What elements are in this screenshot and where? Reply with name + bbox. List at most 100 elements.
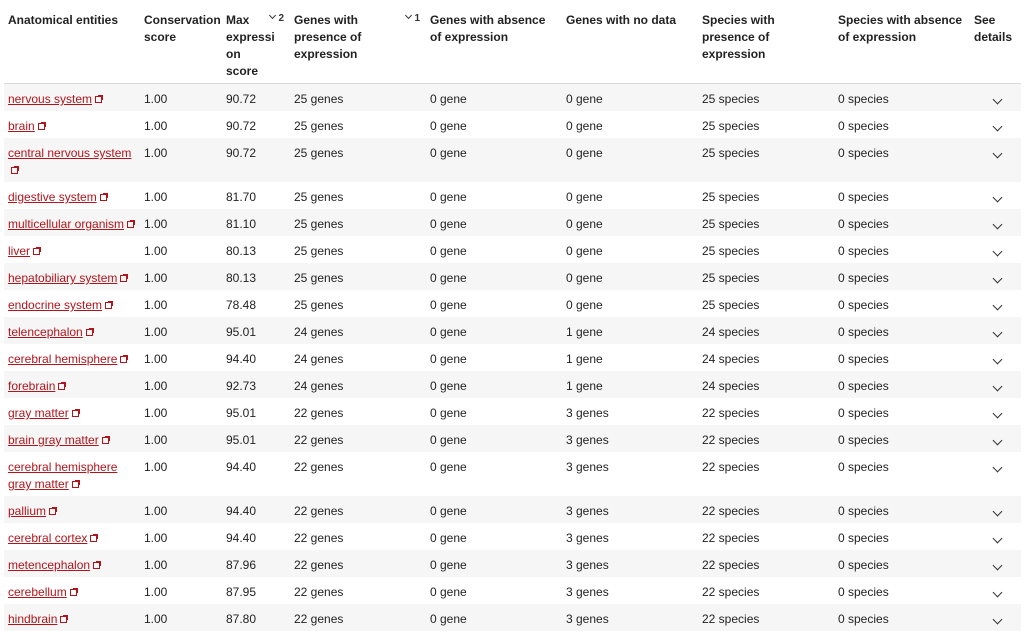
col-header-genes-nodata[interactable]: Genes with no data (562, 0, 698, 84)
chevron-down-icon[interactable] (992, 301, 1002, 311)
external-link-icon[interactable] (90, 535, 97, 542)
col-header-max-expression-label: Max expressi on score (226, 12, 274, 80)
cell-details (970, 604, 1021, 631)
entity-link[interactable]: cerebral cortex (8, 531, 87, 545)
entity-link[interactable]: endocrine system (8, 298, 102, 312)
cell-details (970, 452, 1021, 496)
entity-link[interactable]: hepatobiliary system (8, 271, 117, 285)
external-link-icon[interactable] (95, 96, 102, 103)
chevron-down-icon[interactable] (992, 615, 1002, 625)
external-link-icon[interactable] (102, 437, 109, 444)
cell-max: 92.73 (222, 371, 290, 398)
table-row: hindbrain1.0087.8022 genes0 gene3 genes2… (4, 604, 1021, 631)
entity-link[interactable]: cerebral hemisphere gray matter (8, 460, 117, 491)
col-header-genes-presence[interactable]: Genes with presence of expression1 (290, 0, 426, 84)
entity-link[interactable]: forebrain (8, 379, 55, 393)
col-header-details[interactable]: See details (970, 0, 1021, 84)
cell-spa: 0 species (834, 344, 970, 371)
table-row: metencephalon1.0087.9622 genes0 gene3 ge… (4, 550, 1021, 577)
chevron-down-icon[interactable] (992, 409, 1002, 419)
cell-nod: 1 gene (562, 344, 698, 371)
col-header-species-absence[interactable]: Species with absence of expression (834, 0, 970, 84)
cell-spa: 0 species (834, 209, 970, 236)
chevron-down-icon[interactable] (992, 149, 1002, 159)
cell-max: 94.40 (222, 523, 290, 550)
cell-score: 1.00 (140, 398, 222, 425)
cell-abs: 0 gene (426, 182, 562, 209)
cell-details (970, 523, 1021, 550)
entity-link[interactable]: telencephalon (8, 325, 83, 339)
chevron-down-icon[interactable] (992, 247, 1002, 257)
external-link-icon[interactable] (86, 329, 93, 336)
chevron-down-icon[interactable] (992, 463, 1002, 473)
col-header-conservation[interactable]: Conservation score (140, 0, 222, 84)
external-link-icon[interactable] (33, 248, 40, 255)
entity-link[interactable]: pallium (8, 504, 46, 518)
cell-abs: 0 gene (426, 138, 562, 182)
sort-indicator-max-expression: 2 (270, 10, 284, 27)
cell-score: 1.00 (140, 209, 222, 236)
external-link-icon[interactable] (93, 562, 100, 569)
chevron-down-icon[interactable] (992, 534, 1002, 544)
sort-indicator-genes-presence: 1 (406, 10, 420, 27)
entity-link[interactable]: hindbrain (8, 612, 57, 626)
cell-score: 1.00 (140, 344, 222, 371)
table-row: cerebral hemisphere1.0094.4024 genes0 ge… (4, 344, 1021, 371)
col-header-genes-absence[interactable]: Genes with absence of expression (426, 0, 562, 84)
external-link-icon[interactable] (127, 221, 134, 228)
external-link-icon[interactable] (120, 275, 127, 282)
cell-max: 94.40 (222, 452, 290, 496)
chevron-down-icon[interactable] (992, 507, 1002, 517)
chevron-down-icon[interactable] (992, 382, 1002, 392)
col-header-entity[interactable]: Anatomical entities (4, 0, 140, 84)
entity-link[interactable]: liver (8, 244, 30, 258)
external-link-icon[interactable] (49, 508, 56, 515)
entity-link[interactable]: cerebral hemisphere (8, 352, 117, 366)
external-link-icon[interactable] (70, 589, 77, 596)
chevron-down-icon (405, 12, 412, 19)
chevron-down-icon[interactable] (992, 436, 1002, 446)
cell-spp: 25 species (698, 290, 834, 317)
cell-entity: multicellular organism (4, 209, 140, 236)
external-link-icon[interactable] (72, 481, 79, 488)
chevron-down-icon[interactable] (992, 95, 1002, 105)
entity-link[interactable]: multicellular organism (8, 217, 124, 231)
col-header-species-presence[interactable]: Species with presence of expression (698, 0, 834, 84)
entity-link[interactable]: central nervous system (8, 146, 131, 160)
table-row: endocrine system1.0078.4825 genes0 gene0… (4, 290, 1021, 317)
entity-link[interactable]: metencephalon (8, 558, 90, 572)
cell-entity: brain (4, 111, 140, 138)
entity-link[interactable]: nervous system (8, 92, 92, 106)
external-link-icon[interactable] (11, 167, 18, 174)
external-link-icon[interactable] (60, 616, 67, 623)
chevron-down-icon[interactable] (992, 328, 1002, 338)
entity-link[interactable]: brain (8, 119, 35, 133)
cell-max: 95.01 (222, 317, 290, 344)
cell-score: 1.00 (140, 523, 222, 550)
external-link-icon[interactable] (120, 356, 127, 363)
cell-score: 1.00 (140, 452, 222, 496)
cell-details (970, 496, 1021, 523)
external-link-icon[interactable] (72, 410, 79, 417)
external-link-icon[interactable] (100, 194, 107, 201)
cell-max: 90.72 (222, 84, 290, 112)
chevron-down-icon[interactable] (992, 355, 1002, 365)
entity-link[interactable]: digestive system (8, 190, 97, 204)
entity-link[interactable]: brain gray matter (8, 433, 99, 447)
col-header-max-expression[interactable]: Max expressi on score2 (222, 0, 290, 84)
chevron-down-icon[interactable] (992, 588, 1002, 598)
table-row: telencephalon1.0095.0124 genes0 gene1 ge… (4, 317, 1021, 344)
external-link-icon[interactable] (38, 123, 45, 130)
cell-spa: 0 species (834, 236, 970, 263)
external-link-icon[interactable] (58, 383, 65, 390)
chevron-down-icon[interactable] (992, 193, 1002, 203)
external-link-icon[interactable] (105, 302, 112, 309)
cell-spa: 0 species (834, 577, 970, 604)
chevron-down-icon[interactable] (992, 220, 1002, 230)
entity-link[interactable]: gray matter (8, 406, 69, 420)
entity-link[interactable]: cerebellum (8, 585, 67, 599)
chevron-down-icon[interactable] (992, 122, 1002, 132)
cell-pres: 24 genes (290, 344, 426, 371)
chevron-down-icon[interactable] (992, 274, 1002, 284)
chevron-down-icon[interactable] (992, 561, 1002, 571)
